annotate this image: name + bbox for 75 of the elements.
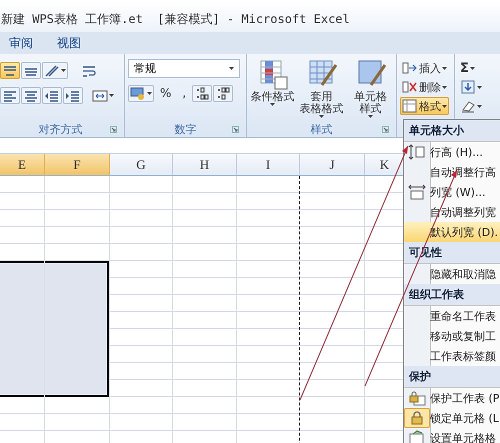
column-header[interactable]: I [237, 154, 300, 175]
group-label: 样式 [310, 122, 332, 136]
caret-icon [109, 94, 114, 97]
menu-section-header: 组织工作表 [404, 284, 500, 306]
column-header[interactable]: H [173, 154, 237, 175]
middle-button[interactable] [21, 62, 41, 79]
decimal-places-icon [215, 86, 232, 100]
caret-icon [470, 66, 475, 70]
cellstyle-button[interactable]: 单元格 样式 [348, 59, 393, 121]
delete-cells-icon [402, 80, 418, 94]
menu-section-header: 保护 [404, 366, 500, 388]
left-button[interactable] [0, 87, 20, 104]
ribbon-tab[interactable]: 审阅 [4, 32, 38, 54]
caret-icon [61, 69, 66, 72]
decrease-indent-icon [44, 88, 60, 102]
dialog-launcher-icon [232, 126, 239, 133]
format-button[interactable]: 格式 [400, 97, 449, 115]
align-top-icon [2, 64, 18, 78]
align-center-icon [23, 88, 39, 102]
caret-icon [229, 67, 234, 70]
column-header[interactable]: E [0, 154, 45, 175]
padlock-sheet-icon [408, 390, 426, 406]
ribbon-tab[interactable]: 视图 [52, 32, 86, 54]
caret-icon [442, 86, 447, 88]
column-cells[interactable] [237, 176, 300, 443]
number-format-dropdown[interactable]: 常规 [128, 59, 240, 78]
group-label: 对齐方式 [38, 122, 82, 136]
text-angle-icon [44, 64, 60, 78]
indent-button[interactable] [63, 87, 83, 104]
outdent-button[interactable] [42, 87, 62, 104]
caret-icon [270, 103, 275, 106]
align-left-icon [2, 88, 18, 102]
group-label: 数字 [174, 122, 196, 136]
fill-down-icon [460, 80, 476, 94]
decrease-decimal-button[interactable] [213, 84, 234, 102]
menu-item[interactable]: 保护工作表 (P [404, 388, 500, 408]
number-style-button[interactable]: , [177, 84, 192, 102]
sum-button[interactable]: Σ [458, 59, 484, 77]
window-title: 新建 WPS表格 工作簿.et [兼容模式] - Microsoft Excel [1, 11, 350, 28]
caret-icon [442, 66, 447, 70]
increase-indent-icon [65, 88, 81, 102]
orientation-button[interactable] [42, 62, 68, 79]
dialog-launcher-icon [110, 126, 117, 133]
currency-button[interactable] [128, 84, 154, 102]
menu-item[interactable]: 锁定单元格 (L [404, 408, 500, 428]
top-button[interactable] [0, 62, 20, 79]
column-header[interactable]: G [110, 154, 173, 175]
format-dialog-icon [408, 430, 426, 443]
number-style-button[interactable]: % [155, 84, 176, 102]
increase-decimal-button[interactable] [192, 84, 212, 102]
menu-section-header: 单元格大小 [404, 120, 500, 142]
column-width-icon [408, 184, 426, 200]
center-button[interactable] [21, 87, 41, 104]
caret-icon [147, 92, 152, 94]
eraser-icon [460, 99, 476, 113]
wrap-text-icon [81, 64, 97, 78]
row-height-icon [408, 144, 426, 160]
caret-icon [319, 115, 324, 118]
merge-cells-icon [92, 88, 108, 102]
caret-icon [368, 115, 373, 118]
caret-icon [477, 86, 482, 88]
money-icon [130, 86, 146, 100]
caret-icon [477, 104, 482, 108]
delete-button[interactable]: 删除 [400, 78, 449, 96]
insert-cells-icon [402, 61, 418, 75]
table-button[interactable]: 套用 表格格式 [299, 59, 344, 121]
format-cells-icon [402, 99, 418, 113]
column-header[interactable]: J [300, 154, 365, 175]
caret-icon [442, 104, 447, 108]
menu-item[interactable]: 默认列宽 (D). [404, 222, 500, 242]
conditional-button[interactable]: 条件格式 [250, 59, 295, 121]
dialog-launcher-icon [382, 126, 389, 133]
decimal-places-icon [194, 86, 210, 100]
insert-button[interactable]: 插入 [400, 59, 449, 77]
column-header[interactable]: F [45, 154, 110, 175]
